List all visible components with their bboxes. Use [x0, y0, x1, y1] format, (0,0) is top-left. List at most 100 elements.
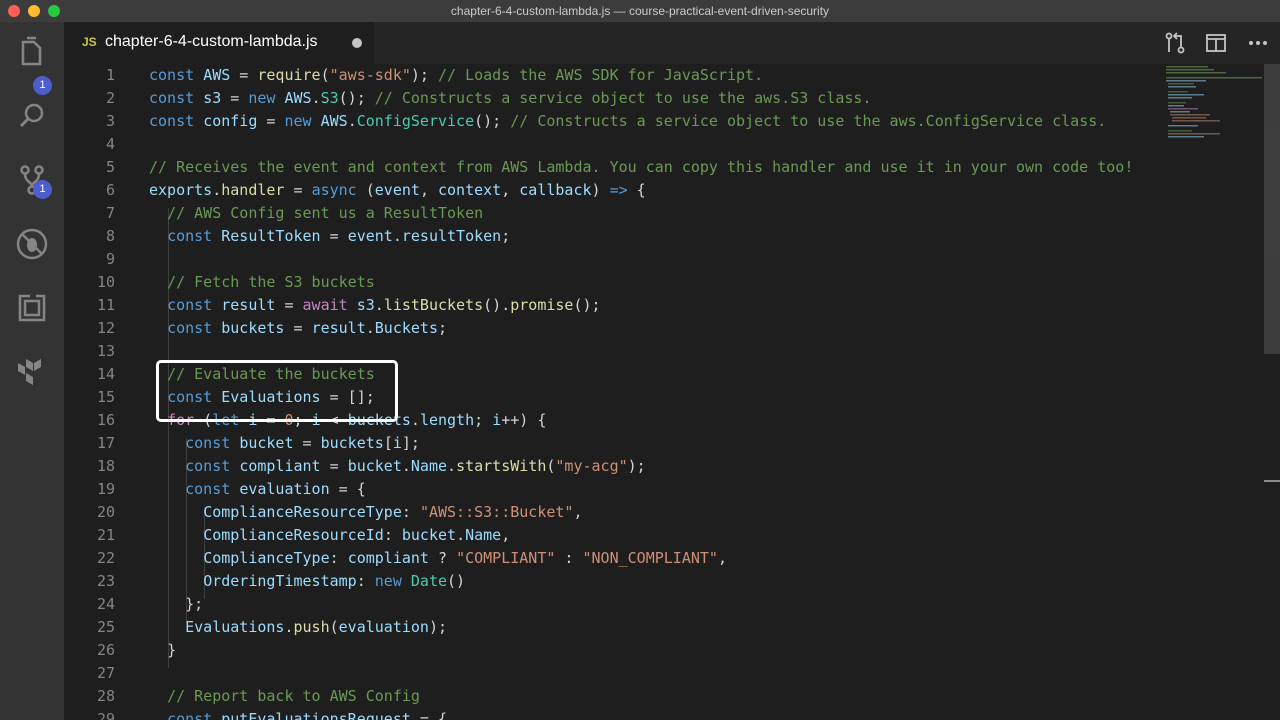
line-number: 14	[96, 365, 115, 383]
code-token: =	[293, 434, 321, 452]
explorer-badge: 1	[33, 76, 52, 95]
code-text: exports.handler = async (event, context,…	[149, 179, 646, 202]
code-token: "aws-sdk"	[329, 66, 411, 84]
code-token: ;	[501, 227, 511, 245]
code-token: Buckets	[374, 319, 438, 337]
debug-button[interactable]	[14, 226, 50, 262]
code-token: const	[149, 66, 195, 84]
code-token: // Loads the AWS SDK for JavaScript.	[438, 66, 764, 84]
code-token: =	[284, 319, 312, 337]
code-token: // Receives the event and context from A…	[149, 158, 1134, 176]
code-token: =	[320, 457, 348, 475]
code-token: ,	[717, 549, 727, 567]
minimap[interactable]	[1164, 64, 1264, 154]
code-token: S3	[320, 89, 339, 107]
code-token: .	[374, 296, 384, 314]
extensions-icon	[18, 293, 46, 322]
activity-bar: 1 1	[0, 22, 64, 720]
code-token: (	[329, 618, 339, 636]
line-number: 17	[96, 434, 115, 452]
annotation-highlight-box	[156, 360, 398, 422]
code-text: const ResultToken = event.resultToken;	[149, 225, 510, 248]
code-token: );	[428, 618, 448, 636]
code-token: const	[167, 296, 213, 314]
code-token: new	[284, 112, 312, 130]
line-number: 13	[96, 342, 115, 360]
code-token: ResultToken	[221, 227, 321, 245]
code-token: length	[419, 411, 475, 429]
code-text: // Report back to AWS Config	[149, 685, 420, 708]
code-token: .	[392, 227, 402, 245]
code-token: const	[167, 227, 213, 245]
terraform-icon	[18, 359, 41, 385]
code-text: const result = await s3.listBuckets().pr…	[149, 294, 601, 317]
code-text: const bucket = buckets[i];	[149, 432, 420, 455]
code-token: ComplianceType	[203, 549, 330, 567]
code-token: .	[311, 89, 321, 107]
code-token: [	[383, 434, 393, 452]
code-token: }	[167, 641, 177, 659]
code-token: AWS	[284, 89, 312, 107]
tab-label: chapter-6-4-custom-lambda.js	[105, 33, 318, 50]
line-number: 25	[96, 618, 115, 636]
code-token: ();	[338, 89, 375, 107]
code-token: AWS	[203, 66, 231, 84]
code-token: )	[591, 181, 610, 199]
code-token: ();	[474, 112, 511, 130]
code-token: require	[257, 66, 321, 84]
code-token: compliant	[239, 457, 321, 475]
code-token: =	[275, 296, 303, 314]
code-token: );	[627, 457, 646, 475]
code-token: ,	[501, 526, 511, 544]
code-token: result	[221, 296, 276, 314]
unsaved-dot-icon[interactable]	[352, 38, 362, 48]
code-token: startsWith	[456, 457, 547, 475]
code-text: OrderingTimestamp: new Date()	[149, 570, 465, 593]
code-token: Name	[410, 457, 448, 475]
code-token: :	[383, 526, 402, 544]
terraform-button[interactable]	[14, 354, 50, 390]
code-token: new	[374, 572, 402, 590]
code-token: event	[374, 181, 420, 199]
code-text: const s3 = new AWS.S3(); // Constructs a…	[149, 87, 871, 110]
code-text: ComplianceResourceType: "AWS::S3::Bucket…	[149, 501, 582, 524]
line-number: 16	[96, 411, 115, 429]
open-changes-button[interactable]	[1163, 31, 1187, 55]
code-text: ComplianceType: compliant ? "COMPLIANT" …	[149, 547, 727, 570]
line-number: 2	[105, 89, 115, 107]
line-number: 21	[96, 526, 115, 544]
search-button[interactable]	[14, 98, 50, 134]
code-token: bucket	[401, 526, 457, 544]
tab-chapter-6-4-custom-lambda[interactable]: JS chapter-6-4-custom-lambda.js	[64, 22, 374, 64]
code-token: resultToken	[401, 227, 502, 245]
code-token: ,	[419, 181, 438, 199]
code-token: Date	[410, 572, 448, 590]
scrollbar-thumb[interactable]	[1264, 64, 1280, 354]
code-token: ComplianceResourceType	[203, 503, 402, 521]
files-icon	[21, 36, 42, 66]
more-actions-button[interactable]	[1246, 31, 1270, 55]
code-token: );	[410, 66, 438, 84]
code-text: const putEvaluationsRequest = {	[149, 708, 447, 720]
extensions-button[interactable]	[14, 290, 50, 326]
explorer-button[interactable]	[14, 34, 50, 70]
line-number: 28	[96, 687, 115, 705]
code-text: // Receives the event and context from A…	[149, 156, 1133, 179]
split-editor-button[interactable]	[1204, 31, 1228, 55]
source-control-badge: 1	[33, 180, 52, 199]
